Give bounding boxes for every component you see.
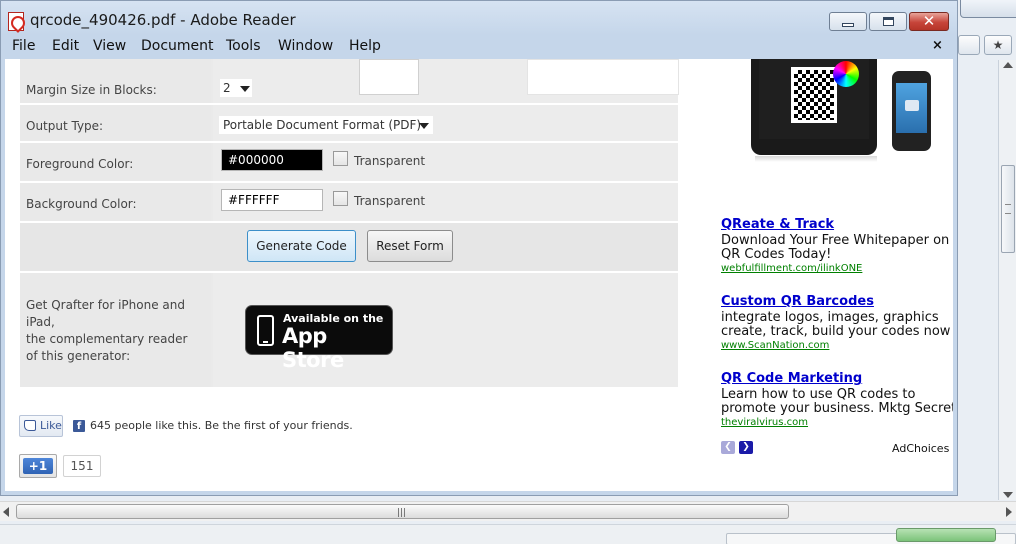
background-window-close-button[interactable] [960,0,1016,18]
menu-bar: File Edit View Document Tools Window Hel… [1,35,957,59]
ad-text-3: Learn how to use QR codes to promote your… [721,387,953,416]
menu-view[interactable]: View [93,38,126,54]
menu-help[interactable]: Help [349,38,381,54]
thumbs-up-icon [24,420,36,431]
generate-code-button[interactable]: Generate Code [247,230,356,262]
window-title: qrcode_490426.pdf - Adobe Reader [30,11,296,29]
maximize-icon [883,17,894,26]
app-store-badge[interactable]: Available on the App Store [245,305,393,372]
horizontal-scrollbar-thumb[interactable]: ||| [16,504,789,519]
menu-file[interactable]: File [12,38,35,54]
form-row-background: Background Color: [20,183,678,221]
ad-title-1[interactable]: QReate & Track [721,217,834,232]
ad-text-1: Download Your Free Whitepaper on QR Codes… [721,233,950,262]
horizontal-scrollbar[interactable]: ||| [0,501,1016,521]
output-type-label: Output Type: [26,119,104,133]
facebook-icon: f [73,420,85,432]
scroll-left-icon[interactable] [3,507,9,517]
status-progress-indicator [896,528,996,542]
camera-icon [905,100,919,111]
google-plus-one-label: +1 [23,458,53,474]
facebook-like-count-text: 645 people like this. Be the first of yo… [90,419,353,432]
preview-box [359,59,419,95]
qr-code-image [791,67,837,123]
foreground-transparent-label: Transparent [354,154,426,168]
facebook-like-button[interactable]: Like [19,415,63,437]
foreground-color-label: Foreground Color: [26,157,134,171]
menu-document[interactable]: Document [141,38,214,54]
foreground-transparent-checkbox[interactable] [333,151,348,166]
qrafter-promo-text: Get Qrafter for iPhone and iPad, the com… [26,298,188,363]
ad-url-3[interactable]: theviralvirus.com [721,417,808,428]
menu-edit[interactable]: Edit [52,38,79,54]
adchoices-label[interactable]: AdChoices [892,442,949,455]
dropdown-arrow-icon [419,123,429,129]
background-status-bar [0,524,1016,544]
scroll-right-icon[interactable] [1006,507,1012,517]
ad-url-1[interactable]: webfulfillment.com/ilinkONE [721,263,862,274]
scrollbar-grip-icon: ||| [397,508,407,518]
dropdown-arrow-icon [240,86,250,92]
background-refresh-button[interactable] [958,35,980,55]
iphone-image [892,71,931,151]
output-type-select[interactable]: Portable Document Format (PDF) [219,116,433,134]
ad-text-2: integrate logos, images, graphics create,… [721,310,951,339]
margin-select[interactable]: 2 [220,79,252,97]
ad-title-2[interactable]: Custom QR Barcodes [721,294,874,309]
minimize-button[interactable] [829,12,867,31]
menu-window[interactable]: Window [278,38,333,54]
app-store-badge-title: App Store [282,324,344,372]
preview-box-secondary [527,59,679,95]
close-document-icon[interactable]: × [932,38,943,53]
document-view[interactable]: Margin Size in Blocks: 2 Output Type: Po… [5,59,953,491]
adobe-reader-window: qrcode_490426.pdf - Adobe Reader ✕ File … [0,0,958,496]
reset-form-button[interactable]: Reset Form [367,230,453,262]
foreground-color-input[interactable]: #000000 [221,149,323,171]
close-icon: ✕ [922,12,936,30]
background-color-label: Background Color: [26,197,137,211]
margin-label: Margin Size in Blocks: [26,83,157,97]
ad-next-icon[interactable]: ❯ [739,441,753,454]
close-button[interactable]: ✕ [909,12,949,31]
scroll-down-icon[interactable] [1003,492,1013,498]
ad-url-2[interactable]: www.ScanNation.com [721,340,829,351]
ad-title-3[interactable]: QR Code Marketing [721,371,862,386]
scrollbar-thumb[interactable] [1001,165,1015,253]
iphone-icon [257,315,274,346]
google-plus-count: 151 [63,455,101,477]
background-color-input[interactable]: #FFFFFF [221,189,323,211]
color-wheel-icon [833,61,859,87]
pdf-file-icon [8,12,24,31]
maximize-button[interactable] [869,12,907,31]
menu-tools[interactable]: Tools [226,38,261,54]
form-row-foreground: Foreground Color: [20,143,678,181]
background-favorites-button[interactable]: ★ [984,35,1012,55]
ad-previous-icon[interactable]: ❮ [721,441,735,454]
minimize-icon [842,23,854,27]
title-bar[interactable]: qrcode_490426.pdf - Adobe Reader ✕ [1,1,957,35]
qrafter-device-illustration [751,59,931,165]
google-plus-one-button[interactable]: +1 [19,454,57,478]
ipad-image [751,59,877,155]
background-vertical-scrollbar[interactable] [998,60,1016,500]
scroll-up-icon[interactable] [1003,62,1013,68]
background-transparent-checkbox[interactable] [333,191,348,206]
background-transparent-label: Transparent [354,194,426,208]
